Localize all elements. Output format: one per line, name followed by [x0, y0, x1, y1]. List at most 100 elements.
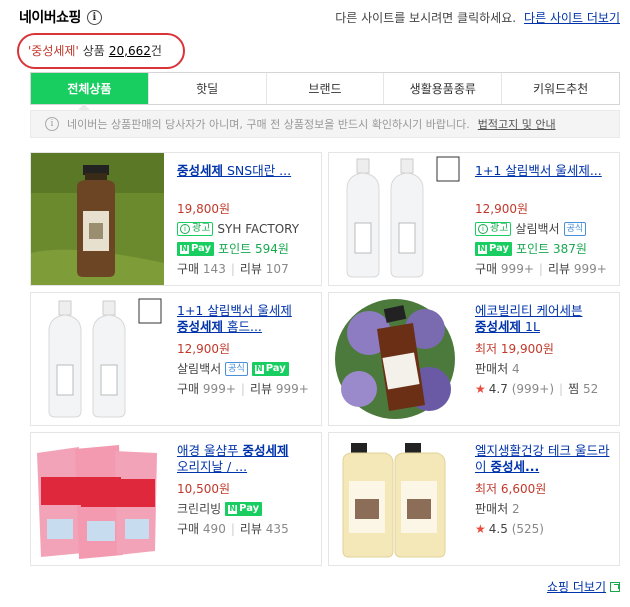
product-image[interactable] [31, 433, 164, 565]
seller-row: i 광고 SYH FACTORY [177, 219, 315, 239]
buy-label: 구매 [177, 382, 200, 396]
stats-row: 구매 999+ | 리뷰 999+ [475, 261, 607, 277]
seller-name[interactable]: 살림백서 [177, 361, 221, 377]
product-image[interactable] [329, 293, 462, 425]
seller-row: 살림백서 공식 N Pay [177, 359, 315, 379]
section-header: 네이버쇼핑 i 다른 사이트를 보시려면 클릭하세요. 다른 사이트 더보기 [19, 6, 620, 28]
seller-name[interactable]: 크린리빙 [177, 501, 221, 517]
pay-row: N Pay 포인트 387원 [475, 239, 613, 259]
buy-count: 999+ [202, 382, 236, 396]
product-info: 애경 울샴푸 중성세제 오리지날 / ... 10,500원 크린리빙 N Pay … [177, 443, 315, 539]
query-term: '중성세제' [28, 44, 79, 58]
result-count[interactable]: 20,662 [109, 44, 151, 58]
npay-icon: N Pay [225, 502, 263, 516]
product-info: 1+1 살림백서 울세제 중성세제 홈드... 12,900원 살림백서 공식 N… [177, 303, 315, 399]
category-tabs: 전체상품 핫딜 브랜드 생활용품종류 키워드추천 [30, 72, 620, 105]
stats-row: 구매 490 | 리뷰 435 [177, 521, 289, 537]
product-card[interactable]: 에코빌리티 케어세븐 중성세제 1L 최저 19,900원 판매처 4 ★ 4.7… [328, 292, 620, 426]
info-icon[interactable]: i [86, 9, 102, 25]
stats-row: 구매 999+ | 리뷰 999+ [177, 381, 309, 397]
product-card[interactable]: 1+1 살림백서 울세제 중성세제 홈드... 12,900원 살림백서 공식 N… [30, 292, 322, 426]
buy-label: 구매 [177, 262, 200, 276]
review-label[interactable]: 리뷰 [240, 261, 262, 277]
review-count: 435 [265, 522, 289, 536]
point-text: 포인트 387원 [516, 242, 587, 256]
product-price: 19,800원 [177, 202, 231, 216]
seller-count: 4 [511, 362, 520, 376]
npay-icon: N Pay [251, 362, 289, 376]
rating-row: ★ 4.7 (999+) | 찜 52 [475, 381, 599, 397]
other-sites: 다른 사이트를 보시려면 클릭하세요. 다른 사이트 더보기 [335, 9, 620, 26]
ad-badge[interactable]: i 광고 [177, 222, 214, 236]
seller-count-row: 판매처 2 [475, 499, 613, 519]
product-info: 1+1 살림백서 울세제... 12,900원 i 광고 살림백서 공식 N Pay… [475, 163, 613, 279]
npay-icon: N Pay [475, 242, 513, 256]
product-info: 에코빌리티 케어세븐 중성세제 1L 최저 19,900원 판매처 4 ★ 4.7… [475, 303, 613, 399]
product-image[interactable] [329, 433, 462, 565]
product-price: 12,900원 [177, 342, 231, 356]
tab-brand[interactable]: 브랜드 [265, 73, 384, 104]
review-count: 999+ [573, 262, 607, 276]
other-sites-link[interactable]: 다른 사이트 더보기 [524, 9, 620, 26]
rating-value: 4.5 [488, 522, 508, 536]
query-label: 상품 [82, 44, 105, 58]
external-link-icon[interactable] [610, 581, 620, 592]
notice-text: 네이버는 상품판매의 당사자가 아니며, 구매 전 상품정보을 반드시 확인하시… [67, 118, 470, 131]
review-label[interactable]: 리뷰 [250, 381, 272, 397]
product-title[interactable]: 1+1 살림백서 울세제 중성세제 홈드... [177, 303, 315, 337]
more-shopping-link[interactable]: 쇼핑 더보기 [547, 578, 606, 595]
buy-label: 구매 [177, 522, 200, 536]
official-badge: 공식 [563, 222, 587, 236]
ad-info-icon: i [478, 224, 488, 234]
pay-row: N Pay 포인트 594원 [177, 239, 315, 259]
npay-icon: N Pay [177, 242, 215, 256]
legal-notice-link[interactable]: 법적고지 및 안내 [478, 116, 556, 132]
product-title[interactable]: 중성세제 SNS대란 ... [177, 163, 315, 197]
seller-label[interactable]: 판매처 [475, 361, 508, 377]
notice-info-icon: i [45, 117, 59, 131]
product-card[interactable]: 중성세제 SNS대란 ... 19,800원 i 광고 SYH FACTORY N… [30, 152, 322, 286]
product-price: 최저 6,600원 [475, 482, 547, 496]
buy-label: 구매 [475, 262, 498, 276]
product-title[interactable]: 1+1 살림백서 울세제... [475, 163, 613, 197]
product-info: 중성세제 SNS대란 ... 19,800원 i 광고 SYH FACTORY N… [177, 163, 315, 279]
product-image[interactable] [31, 153, 164, 285]
seller-count-row: 판매처 4 [475, 359, 613, 379]
ad-badge[interactable]: i 광고 [475, 222, 512, 236]
seller-name[interactable]: SYH FACTORY [217, 221, 299, 237]
tab-hotdeal[interactable]: 핫딜 [147, 73, 266, 104]
stats-row: 구매 143 | 리뷰 107 [177, 261, 289, 277]
product-price: 최저 19,900원 [475, 342, 554, 356]
seller-label[interactable]: 판매처 [475, 501, 508, 517]
product-title[interactable]: 엘지생활건강 테크 울드라이 중성세... [475, 443, 613, 477]
official-badge: 공식 [225, 362, 248, 376]
review-label[interactable]: 리뷰 [548, 261, 570, 277]
product-info: 엘지생활건강 테크 울드라이 중성세... 최저 6,600원 판매처 2 ★ … [475, 443, 613, 539]
rating-count: (525) [511, 522, 544, 536]
tab-keyword-recommend[interactable]: 키워드추천 [501, 73, 619, 104]
review-count: 999+ [275, 382, 309, 396]
product-title[interactable]: 애경 울샴푸 중성세제 오리지날 / ... [177, 443, 315, 477]
jjim-label[interactable]: 찜 [568, 381, 579, 397]
point-text: 포인트 594원 [218, 242, 289, 256]
star-icon: ★ [475, 522, 486, 536]
legal-notice: i 네이버는 상품판매의 당사자가 아니며, 구매 전 상품정보을 반드시 확인… [30, 104, 620, 138]
tab-all-products[interactable]: 전체상품 [31, 73, 148, 104]
review-label[interactable]: 리뷰 [240, 521, 262, 537]
buy-count: 490 [202, 522, 226, 536]
product-image[interactable] [31, 293, 164, 425]
rating-count: (999+) [511, 382, 555, 396]
tab-household-type[interactable]: 생활용품종류 [383, 73, 501, 104]
product-card[interactable]: 애경 울샴푸 중성세제 오리지날 / ... 10,500원 크린리빙 N Pay … [30, 432, 322, 566]
seller-name[interactable]: 살림백서 [515, 221, 559, 237]
rating-value: 4.7 [488, 382, 508, 396]
result-unit: 건 [150, 44, 162, 58]
product-image[interactable] [329, 153, 462, 285]
product-card[interactable]: 엘지생활건강 테크 울드라이 중성세... 최저 6,600원 판매처 2 ★ … [328, 432, 620, 566]
review-count: 107 [265, 262, 289, 276]
section-title: 네이버쇼핑 [19, 10, 81, 26]
seller-count: 2 [511, 502, 520, 516]
product-title[interactable]: 에코빌리티 케어세븐 중성세제 1L [475, 303, 613, 337]
product-price: 10,500원 [177, 482, 231, 496]
product-card[interactable]: 1+1 살림백서 울세제... 12,900원 i 광고 살림백서 공식 N Pay… [328, 152, 620, 286]
